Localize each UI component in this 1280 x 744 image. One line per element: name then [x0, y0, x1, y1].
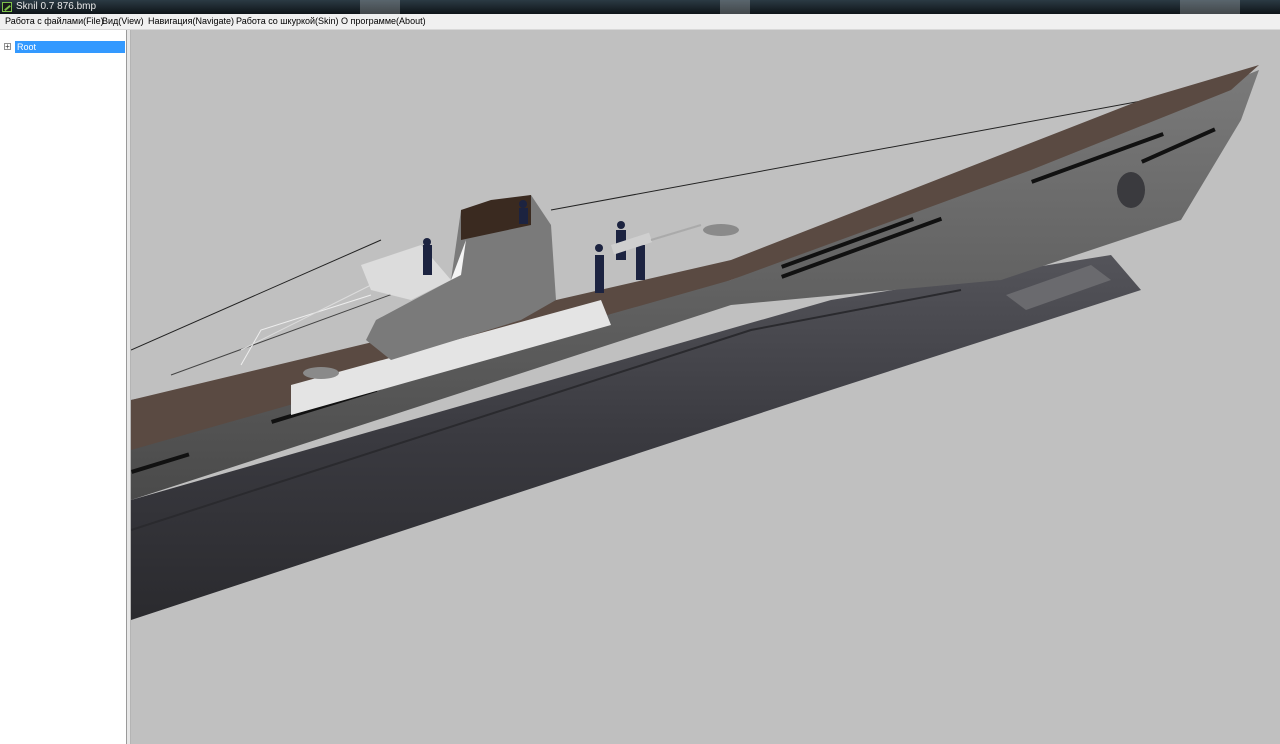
gun-barrel: [650, 224, 702, 241]
menu-view[interactable]: Вид(View): [101, 14, 145, 29]
app-icon: [2, 2, 12, 12]
menu-file[interactable]: Работа с файлами(File): [4, 14, 105, 29]
expand-icon[interactable]: +: [4, 43, 11, 51]
hatch: [303, 367, 339, 379]
desktop-shadow: [720, 0, 750, 14]
tree-node-root[interactable]: + Root: [4, 41, 125, 53]
desktop-shadow: [1180, 0, 1240, 14]
menu-about[interactable]: О программе(About): [340, 14, 427, 29]
menu-navigate[interactable]: Навигация(Navigate): [147, 14, 235, 29]
3d-viewport[interactable]: [131, 30, 1280, 744]
tree-panel: + Root: [0, 30, 127, 744]
desktop-shadow: [360, 0, 400, 14]
window-title: Sknil 0.7 876.bmp: [16, 1, 97, 12]
hatch: [703, 224, 739, 236]
submarine-model: [131, 65, 1259, 620]
railing: [240, 279, 382, 351]
menu-skin[interactable]: Работа со шкуркой(Skin): [235, 14, 340, 29]
tree-node-label[interactable]: Root: [15, 41, 125, 53]
antenna-wire: [131, 239, 382, 351]
menu-bar: Работа с файлами(File) Вид(View) Навигац…: [0, 14, 1280, 30]
title-bar: Sknil 0.7 876.bmp: [0, 0, 1280, 14]
anchor-housing: [1117, 172, 1145, 208]
